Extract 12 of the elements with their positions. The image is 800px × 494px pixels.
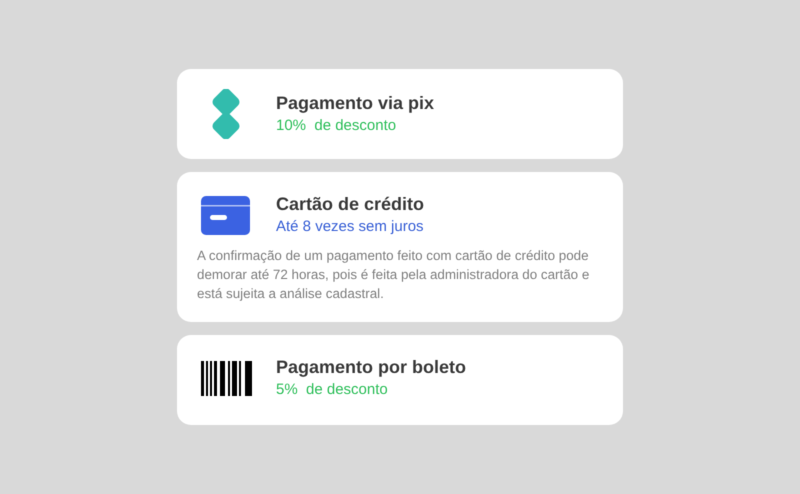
option-title: Pagamento por boleto (276, 356, 466, 379)
option-note: A confirmação de um pagamento feito com cartão de crédito pode demorar até 72 horas, pois é feita pela administradora do cartão e está sujeita a análise cadastral. (197, 247, 590, 303)
option-title: Pagamento via pix (276, 92, 434, 115)
option-subtitle: 10% de desconto (276, 116, 398, 136)
payment-card[interactable]: Pagamento por boleto 5% de desconto (177, 335, 623, 425)
barcode-icon (201, 360, 255, 396)
option-subtitle: 5% de desconto (276, 380, 389, 400)
payment-card[interactable]: Pagamento via pix 10% de desconto (177, 69, 623, 159)
payment-card[interactable] (177, 172, 623, 322)
option-title: Cartão de crédito (276, 193, 424, 216)
option-subtitle: Até 8 vezes sem juros (276, 217, 424, 237)
credit-card-icon (201, 196, 250, 234)
